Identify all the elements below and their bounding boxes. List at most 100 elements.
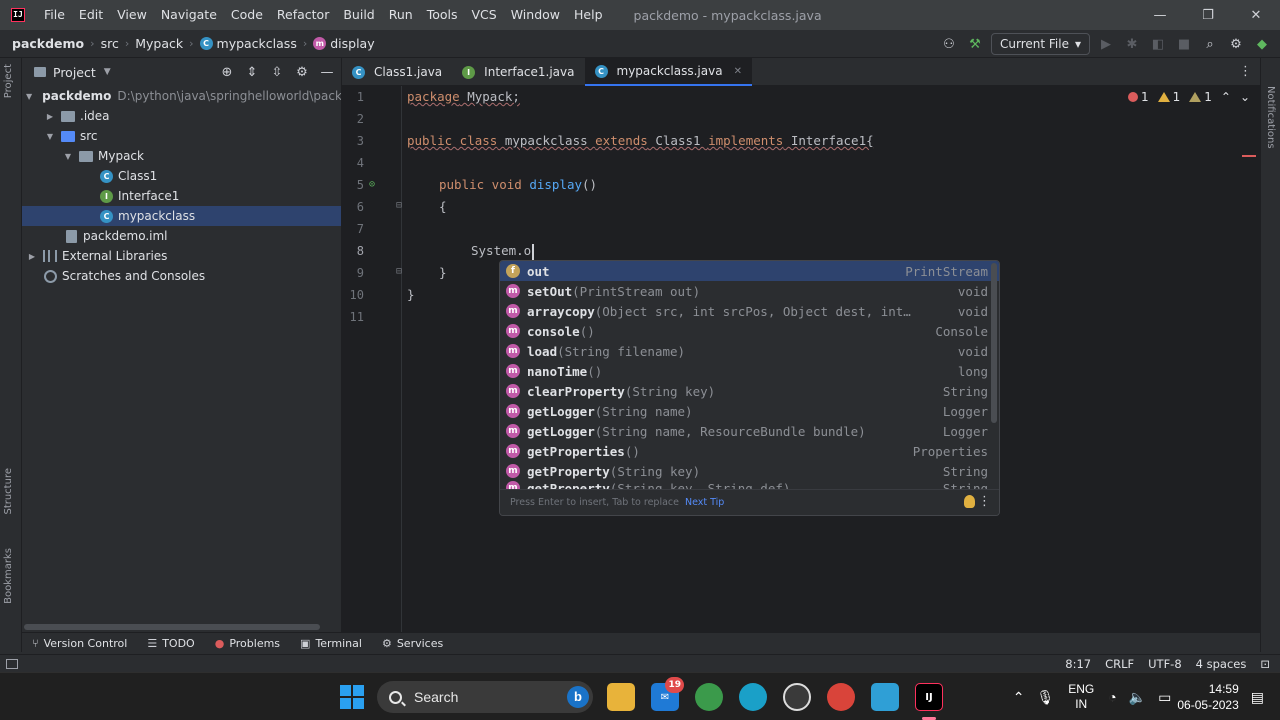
tool-version-control[interactable]: ⑂ Version Control	[32, 637, 127, 650]
menu-help[interactable]: Help	[567, 0, 610, 30]
horizontal-scrollbar[interactable]	[24, 624, 320, 630]
completion-item[interactable]: m nanoTime () long	[500, 361, 999, 381]
stop-icon[interactable]: ■	[1174, 34, 1194, 54]
hide-minus-icon[interactable]: —	[319, 62, 335, 82]
restore-button[interactable]: ❐	[1184, 0, 1232, 30]
mail-icon[interactable]: ✉ 19	[651, 677, 684, 711]
error-count[interactable]: 1	[1127, 90, 1149, 104]
toggle-tool-windows-icon[interactable]	[6, 658, 18, 669]
fold-marker-icon[interactable]: ⊟	[396, 200, 402, 211]
next-highlight-icon[interactable]: ⌄	[1240, 90, 1250, 104]
battery-icon[interactable]: ▭	[1158, 689, 1171, 706]
tree-item-src[interactable]: ▼ src	[22, 126, 341, 146]
build-hammer-icon[interactable]: ⚒	[965, 34, 985, 54]
completion-item[interactable]: m arraycopy (Object src, int srcPos, Obj…	[500, 301, 999, 321]
chrome-profile-icon[interactable]	[827, 683, 855, 711]
expand-all-icon[interactable]: ⇕	[244, 62, 260, 82]
user-icon[interactable]: ⚇	[939, 34, 959, 54]
tree-item-interface1[interactable]: I Interface1	[22, 186, 341, 206]
menu-code[interactable]: Code	[224, 0, 270, 30]
debug-icon[interactable]: ✱	[1122, 34, 1142, 54]
menu-view[interactable]: View	[110, 0, 154, 30]
menu-build[interactable]: Build	[336, 0, 381, 30]
jetbrains-ai-icon[interactable]: ◆	[1252, 34, 1272, 54]
tree-item-scratches[interactable]: Scratches and Consoles	[22, 266, 341, 286]
tree-item-class1[interactable]: C Class1	[22, 166, 341, 186]
edge-icon[interactable]	[739, 683, 767, 711]
completion-item[interactable]: m console () Console	[500, 321, 999, 341]
clock[interactable]: 14:59 06-05-2023	[1177, 681, 1238, 713]
tool-problems[interactable]: ● Problems	[215, 637, 280, 650]
completion-item[interactable]: m getProperty (String key) String	[500, 461, 999, 481]
more-options-icon[interactable]: ⋮	[1239, 64, 1252, 79]
menu-edit[interactable]: Edit	[72, 0, 110, 30]
tab-mypackclass[interactable]: C mypackclass.java ✕	[584, 58, 752, 86]
project-tool-tab[interactable]: Project	[3, 64, 14, 98]
tree-item-mypack[interactable]: ▼ Mypack	[22, 146, 341, 166]
weak-warning-count[interactable]: 1	[1189, 90, 1212, 104]
tab-class1[interactable]: C Class1.java	[342, 58, 452, 86]
tree-item-idea[interactable]: ▶ .idea	[22, 106, 341, 126]
next-tip-link[interactable]: Next Tip	[685, 497, 724, 508]
lightbulb-icon[interactable]	[964, 495, 975, 508]
file-explorer-icon[interactable]	[607, 683, 635, 711]
close-tab-icon[interactable]: ✕	[734, 66, 742, 77]
completion-item[interactable]: m getLogger (String name, ResourceBundle…	[500, 421, 999, 441]
structure-tool-tab[interactable]: Structure	[3, 468, 14, 515]
tree-item-mypackclass[interactable]: C mypackclass	[22, 206, 341, 226]
volume-icon[interactable]: 🔈	[1129, 689, 1146, 706]
completion-item[interactable]: m getProperties () Properties	[500, 441, 999, 461]
bing-icon[interactable]: b	[567, 686, 589, 708]
completion-item[interactable]: m setOut (PrintStream out) void	[500, 281, 999, 301]
notification-center-icon[interactable]: ▤	[1251, 689, 1264, 706]
language-indicator[interactable]: ENG IN	[1068, 682, 1094, 712]
read-only-lock-icon[interactable]: ⊡	[1260, 657, 1270, 671]
more-options-icon[interactable]: ⋮	[978, 494, 991, 509]
menu-file[interactable]: File	[35, 0, 72, 30]
menu-tools[interactable]: Tools	[420, 0, 465, 30]
notepad-icon[interactable]	[871, 683, 899, 711]
completion-item[interactable]: m load (String filename) void	[500, 341, 999, 361]
tree-item-iml[interactable]: packdemo.iml	[22, 226, 341, 246]
tree-item-external-libraries[interactable]: ▶ External Libraries	[22, 246, 341, 266]
tool-services[interactable]: ⚙ Services	[382, 637, 443, 650]
implements-marker-icon[interactable]: ⊙	[369, 179, 375, 190]
run-configuration-select[interactable]: Current File ▾	[991, 33, 1090, 55]
crumb-class[interactable]: Cmypackclass	[199, 36, 297, 51]
completion-item[interactable]: m getLogger (String name) Logger	[500, 401, 999, 421]
tab-interface1[interactable]: I Interface1.java	[452, 58, 584, 86]
bookmarks-tool-tab[interactable]: Bookmarks	[3, 548, 14, 604]
microphone-icon[interactable]: 🎙	[1036, 689, 1054, 706]
minimize-button[interactable]: —	[1136, 0, 1184, 30]
chatgpt-icon[interactable]	[783, 683, 811, 711]
windows-start-icon[interactable]	[340, 685, 364, 709]
settings-gear-icon[interactable]: ⚙	[1226, 34, 1246, 54]
fold-marker-icon[interactable]: ⊟	[396, 266, 402, 277]
menu-window[interactable]: Window	[504, 0, 567, 30]
wifi-icon[interactable]: ◔	[1108, 689, 1116, 705]
menu-refactor[interactable]: Refactor	[270, 0, 336, 30]
menu-navigate[interactable]: Navigate	[154, 0, 224, 30]
error-stripe-marker[interactable]	[1242, 155, 1256, 157]
completion-item[interactable]: m clearProperty (String key) String	[500, 381, 999, 401]
chrome-icon[interactable]	[695, 683, 723, 711]
close-button[interactable]: ✕	[1232, 0, 1280, 30]
taskbar-search[interactable]: Search b	[377, 681, 593, 713]
locate-target-icon[interactable]: ⊕	[219, 62, 235, 82]
crumb-method[interactable]: m display	[313, 36, 375, 51]
indent-setting[interactable]: 4 spaces	[1196, 657, 1247, 671]
completion-scrollbar[interactable]	[991, 263, 997, 423]
line-separator[interactable]: CRLF	[1105, 657, 1134, 671]
collapse-all-icon[interactable]: ⇳	[269, 62, 285, 82]
caret-position[interactable]: 8:17	[1065, 657, 1091, 671]
crumb-package[interactable]: Mypack	[135, 36, 183, 51]
tool-terminal[interactable]: ▣ Terminal	[300, 637, 362, 650]
tool-todo[interactable]: ☰ TODO	[147, 637, 194, 650]
notifications-tool-tab[interactable]: Notifications	[1265, 86, 1276, 149]
tree-item-packdemo[interactable]: ▼ packdemo D:\python\java\springhellowor…	[22, 86, 341, 106]
crumb-src[interactable]: src	[101, 36, 119, 51]
previous-highlight-icon[interactable]: ⌃	[1221, 90, 1231, 104]
warning-count[interactable]: 1	[1157, 90, 1180, 104]
run-icon[interactable]: ▶	[1096, 34, 1116, 54]
search-icon[interactable]: ⌕	[1200, 34, 1220, 54]
